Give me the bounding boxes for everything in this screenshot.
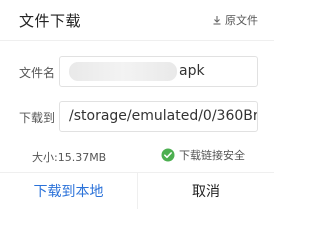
- filename-input[interactable]: apk: [59, 56, 258, 87]
- file-size: 大小:15.37MB: [32, 151, 107, 164]
- header-divider: [0, 40, 274, 41]
- filename-label: 文件名: [19, 66, 56, 80]
- cancel-button[interactable]: 取消: [138, 173, 274, 209]
- filename-redacted: [69, 62, 177, 81]
- dialog-title: 文件下载: [19, 12, 82, 30]
- download-to-local-button[interactable]: 下载到本地: [0, 173, 137, 209]
- original-file-link[interactable]: 原文件: [212, 12, 258, 28]
- download-arrow-icon: [212, 15, 222, 25]
- filename-extension: apk: [179, 63, 205, 79]
- save-path-input[interactable]: /storage/emulated/0/360Brow: [59, 101, 258, 132]
- check-circle-icon: [161, 148, 175, 162]
- link-safety-status: 下载链接安全: [161, 147, 245, 163]
- safety-label: 下载链接安全: [179, 149, 245, 162]
- save-path-label: 下载到: [19, 111, 56, 125]
- original-file-label: 原文件: [225, 14, 258, 27]
